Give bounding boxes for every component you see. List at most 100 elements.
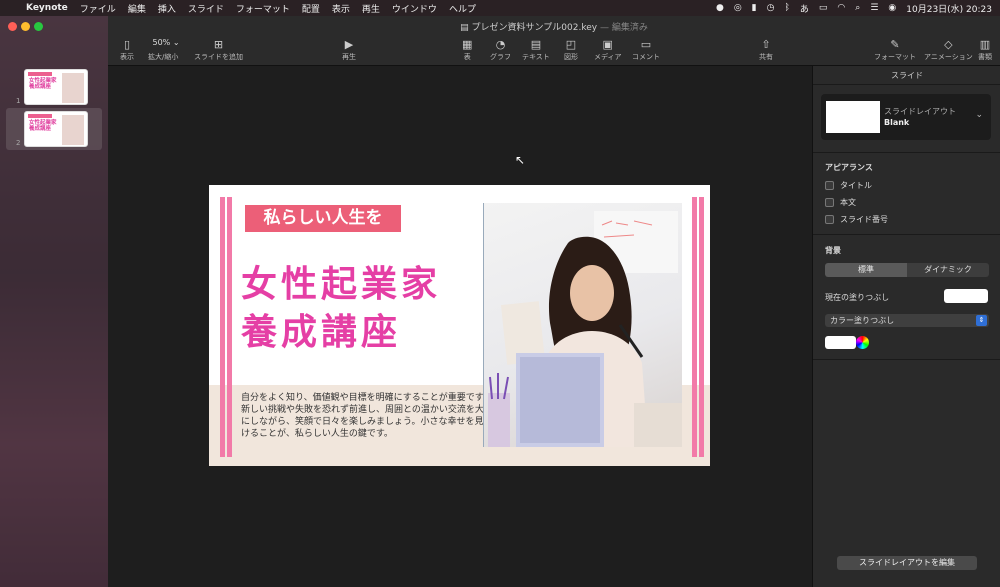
zoom-window-icon[interactable] [34, 22, 43, 31]
control-center-icon[interactable]: ☰ [870, 3, 878, 13]
mouse-cursor-icon: ↖ [515, 153, 526, 167]
document-title: プレゼン資料サンプル002.key [471, 23, 598, 33]
color-well[interactable] [825, 336, 856, 349]
menu-arrange[interactable]: 配置 [302, 2, 320, 15]
bluetooth-icon[interactable]: ᛒ [784, 3, 789, 13]
right-stripe-outer [699, 197, 704, 457]
checkbox-body[interactable]: 本文 [825, 197, 856, 208]
checkbox[interactable] [825, 198, 834, 207]
view-button[interactable]: ▯ 表示 [120, 38, 134, 62]
window-title: ▤ プレゼン資料サンプル002.key — 編集済み [460, 23, 648, 33]
comment-button[interactable]: ▭ コメント [632, 38, 660, 62]
add-slide-icon: ⊞ [213, 38, 224, 51]
thumb-title: 女性起業家 養成講座 [29, 78, 57, 90]
layout-label: スライドレイアウト [884, 107, 956, 116]
color-wheel-icon[interactable] [856, 336, 869, 349]
edited-status: 編集済み [611, 23, 648, 33]
document-button[interactable]: ▥ 書類 [978, 38, 992, 62]
thumb-badge [28, 72, 52, 76]
appearance-heading: アピアランス [825, 163, 873, 172]
input-method-icon[interactable]: あ [800, 2, 809, 15]
comment-icon: ▭ [640, 38, 652, 51]
slide-number-2: 2 [16, 139, 21, 147]
slide-thumbnail-2[interactable]: 女性起業家 養成講座 [24, 111, 88, 147]
divider [813, 84, 1000, 85]
menu-bar: Keynote ファイル 編集 挿入 スライド フォーマット 配置 表示 再生 … [0, 0, 1000, 16]
menu-help[interactable]: ヘルプ [449, 2, 476, 15]
format-brush-icon: ✎ [890, 38, 900, 51]
edit-slide-layout-button[interactable]: スライドレイアウトを編集 [837, 556, 977, 570]
menu-insert[interactable]: 挿入 [158, 2, 176, 15]
text-button[interactable]: ▤ テキスト [522, 38, 550, 62]
sidebar-icon: ▯ [123, 38, 131, 51]
slide-badge[interactable]: 私らしい人生を [245, 205, 401, 232]
inspector-panel: スライド スライドレイアウト Blank ⌄ アピアランス タイトル 本文 スラ… [812, 66, 1000, 587]
slide-thumbnail-1[interactable]: 女性起業家 養成講座 [24, 69, 88, 105]
zoom-select[interactable]: 50% ⌄ [148, 38, 184, 50]
siri-icon[interactable]: ◉ [888, 3, 896, 13]
slide-canvas[interactable]: 私らしい人生を 女性起業家 養成講座 自分をよく知り、価値観や目標を明確にするこ… [209, 185, 710, 466]
chart-button[interactable]: ◔ グラフ [490, 38, 511, 62]
menu-edit[interactable]: 編集 [128, 2, 146, 15]
background-heading: 背景 [825, 246, 841, 255]
slide-headline-2[interactable]: 養成講座 [241, 303, 401, 355]
animate-button[interactable]: ◇ アニメーション [924, 38, 973, 62]
app-status-icon[interactable]: ▮ [752, 3, 757, 13]
shape-button[interactable]: ◰ 図形 [564, 38, 578, 62]
add-slide-button[interactable]: ⊞ スライドを追加 [194, 38, 243, 62]
menu-app-keynote[interactable]: Keynote [26, 3, 68, 13]
menu-clock[interactable]: 10月23日(水) 20:23 [906, 2, 992, 15]
menu-window[interactable]: ウインドウ [392, 2, 437, 15]
menu-file[interactable]: ファイル [80, 2, 116, 15]
time-machine-icon[interactable]: ◷ [767, 3, 775, 13]
checkbox-slide-number[interactable]: スライド番号 [825, 214, 888, 225]
slide-photo[interactable] [484, 203, 682, 447]
play-icon: ▶ [344, 38, 354, 51]
layout-value: Blank [884, 118, 910, 127]
menu-play[interactable]: 再生 [362, 2, 380, 15]
creative-cloud-icon[interactable]: ◎ [734, 3, 742, 13]
thumb-photo [62, 73, 84, 103]
menu-view[interactable]: 表示 [332, 2, 350, 15]
current-fill-label: 現在の塗りつぶし [825, 293, 890, 302]
checkbox-title[interactable]: タイトル [825, 180, 872, 191]
menu-slide[interactable]: スライド [188, 2, 224, 15]
zoom-label: 拡大/縮小 [148, 53, 179, 61]
background-segmented-control: 標準 ダイナミック [825, 263, 989, 277]
slide-body-text[interactable]: 自分をよく知り、価値観や目標を明確にすることが重要です。新しい挑戦や失敗を恐れず… [241, 392, 493, 440]
battery-icon[interactable]: ▭ [819, 3, 828, 13]
format-button[interactable]: ✎ フォーマット [874, 38, 916, 62]
spotlight-icon[interactable]: ⌕ [855, 3, 860, 13]
fill-type-select[interactable]: カラー塗りつぶし ⇕ [825, 314, 989, 327]
left-stripe-outer [220, 197, 225, 457]
left-stripe-inner [227, 197, 232, 457]
media-icon: ▣ [602, 38, 613, 51]
wifi-icon[interactable]: ◠ [837, 3, 845, 13]
checkbox[interactable] [825, 215, 834, 224]
close-icon[interactable] [8, 22, 17, 31]
tab-dynamic[interactable]: ダイナミック [907, 263, 989, 277]
current-fill-swatch[interactable] [944, 289, 988, 303]
slide-layout-picker[interactable]: スライドレイアウト Blank ⌄ [821, 94, 991, 140]
tab-standard[interactable]: 標準 [825, 263, 907, 277]
media-button[interactable]: ▣ メディア [594, 38, 622, 62]
slide-headline-1[interactable]: 女性起業家 [241, 255, 441, 307]
minimize-icon[interactable] [21, 22, 30, 31]
inspector-title: スライド [891, 71, 923, 80]
divider [813, 359, 1000, 360]
layout-preview [826, 101, 880, 133]
share-button[interactable]: ⇧ 共有 [759, 38, 773, 62]
woman-photo-illustration [488, 211, 682, 447]
document-panel-icon: ▥ [979, 38, 991, 51]
chevron-down-icon: ⌄ [975, 110, 983, 120]
thumb-title: 女性起業家 養成講座 [29, 120, 57, 132]
record-icon[interactable]: ● [716, 3, 724, 13]
status-area: ● ◎ ▮ ◷ ᛒ あ ▭ ◠ ⌕ ☰ ◉ 10月23日(水) 20:23 [716, 0, 992, 16]
menu-format[interactable]: フォーマット [236, 2, 290, 15]
text-icon: ▤ [530, 38, 542, 51]
divider [813, 234, 1000, 235]
checkbox[interactable] [825, 181, 834, 190]
shape-icon: ◰ [565, 38, 577, 51]
table-button[interactable]: ▦ 表 [462, 38, 472, 62]
play-button[interactable]: ▶ 再生 [342, 38, 356, 62]
